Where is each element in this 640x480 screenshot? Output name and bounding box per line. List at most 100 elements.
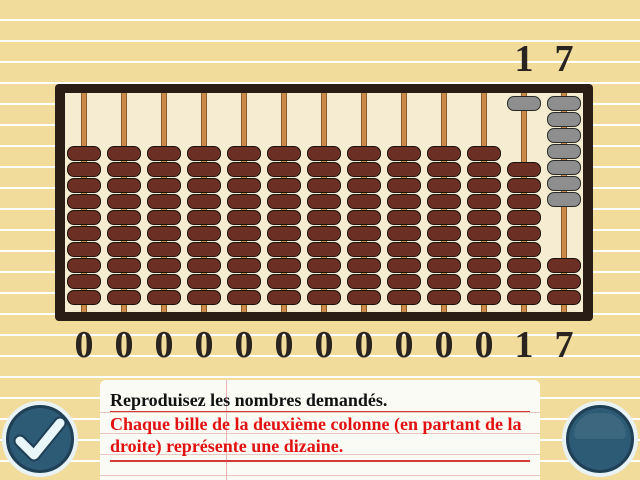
bead[interactable] [347,162,381,177]
bead[interactable] [427,290,461,305]
bead[interactable] [427,274,461,289]
bead[interactable] [347,226,381,241]
bead[interactable] [187,194,221,209]
bead[interactable] [227,162,261,177]
bead[interactable] [507,178,541,193]
bead[interactable] [347,146,381,161]
bead[interactable] [427,258,461,273]
bead[interactable] [227,242,261,257]
bead[interactable] [547,274,581,289]
bead[interactable] [467,242,501,257]
bead[interactable] [147,194,181,209]
bead[interactable] [67,146,101,161]
bead[interactable] [267,178,301,193]
bead-counted[interactable] [547,192,581,207]
bead[interactable] [467,162,501,177]
bead[interactable] [107,290,141,305]
bead[interactable] [227,258,261,273]
bead[interactable] [67,194,101,209]
bead[interactable] [147,226,181,241]
validate-button[interactable] [2,401,78,477]
bead[interactable] [107,226,141,241]
bead[interactable] [347,274,381,289]
bead[interactable] [267,242,301,257]
bead[interactable] [267,274,301,289]
bead[interactable] [67,162,101,177]
bead[interactable] [507,162,541,177]
bead[interactable] [507,274,541,289]
bead[interactable] [507,290,541,305]
bead[interactable] [347,242,381,257]
bead[interactable] [427,226,461,241]
bead[interactable] [427,210,461,225]
bead[interactable] [227,226,261,241]
next-button[interactable] [562,401,638,477]
bead[interactable] [387,146,421,161]
bead[interactable] [467,210,501,225]
bead[interactable] [507,242,541,257]
bead[interactable] [147,162,181,177]
bead[interactable] [67,258,101,273]
bead[interactable] [507,194,541,209]
bead[interactable] [187,226,221,241]
bead[interactable] [387,274,421,289]
bead[interactable] [187,290,221,305]
bead[interactable] [67,178,101,193]
bead[interactable] [147,290,181,305]
bead[interactable] [267,162,301,177]
bead[interactable] [107,242,141,257]
bead-counted[interactable] [547,144,581,159]
bead[interactable] [387,242,421,257]
bead[interactable] [387,226,421,241]
bead[interactable] [147,242,181,257]
bead[interactable] [467,194,501,209]
bead[interactable] [307,226,341,241]
bead[interactable] [227,290,261,305]
bead[interactable] [387,210,421,225]
bead[interactable] [547,290,581,305]
bead[interactable] [227,210,261,225]
bead[interactable] [307,210,341,225]
bead-counted[interactable] [507,96,541,111]
bead[interactable] [187,162,221,177]
bead[interactable] [427,162,461,177]
bead[interactable] [187,274,221,289]
bead[interactable] [427,178,461,193]
bead[interactable] [467,274,501,289]
bead[interactable] [427,194,461,209]
bead[interactable] [427,242,461,257]
bead[interactable] [307,162,341,177]
bead[interactable] [107,210,141,225]
bead[interactable] [467,290,501,305]
bead[interactable] [107,274,141,289]
bead[interactable] [187,258,221,273]
bead-counted[interactable] [547,112,581,127]
bead[interactable] [227,194,261,209]
bead-counted[interactable] [547,128,581,143]
bead[interactable] [307,194,341,209]
bead[interactable] [387,258,421,273]
bead[interactable] [227,178,261,193]
bead-counted[interactable] [547,160,581,175]
bead[interactable] [307,290,341,305]
bead[interactable] [387,194,421,209]
bead[interactable] [147,146,181,161]
bead[interactable] [267,194,301,209]
bead[interactable] [307,178,341,193]
bead[interactable] [267,290,301,305]
bead[interactable] [187,146,221,161]
bead[interactable] [387,290,421,305]
bead[interactable] [387,178,421,193]
bead[interactable] [147,210,181,225]
bead[interactable] [67,226,101,241]
bead[interactable] [187,178,221,193]
bead[interactable] [307,146,341,161]
bead[interactable] [67,290,101,305]
bead[interactable] [227,274,261,289]
bead-counted[interactable] [547,176,581,191]
bead[interactable] [427,146,461,161]
bead[interactable] [507,258,541,273]
bead[interactable] [307,258,341,273]
bead[interactable] [187,210,221,225]
bead[interactable] [547,258,581,273]
